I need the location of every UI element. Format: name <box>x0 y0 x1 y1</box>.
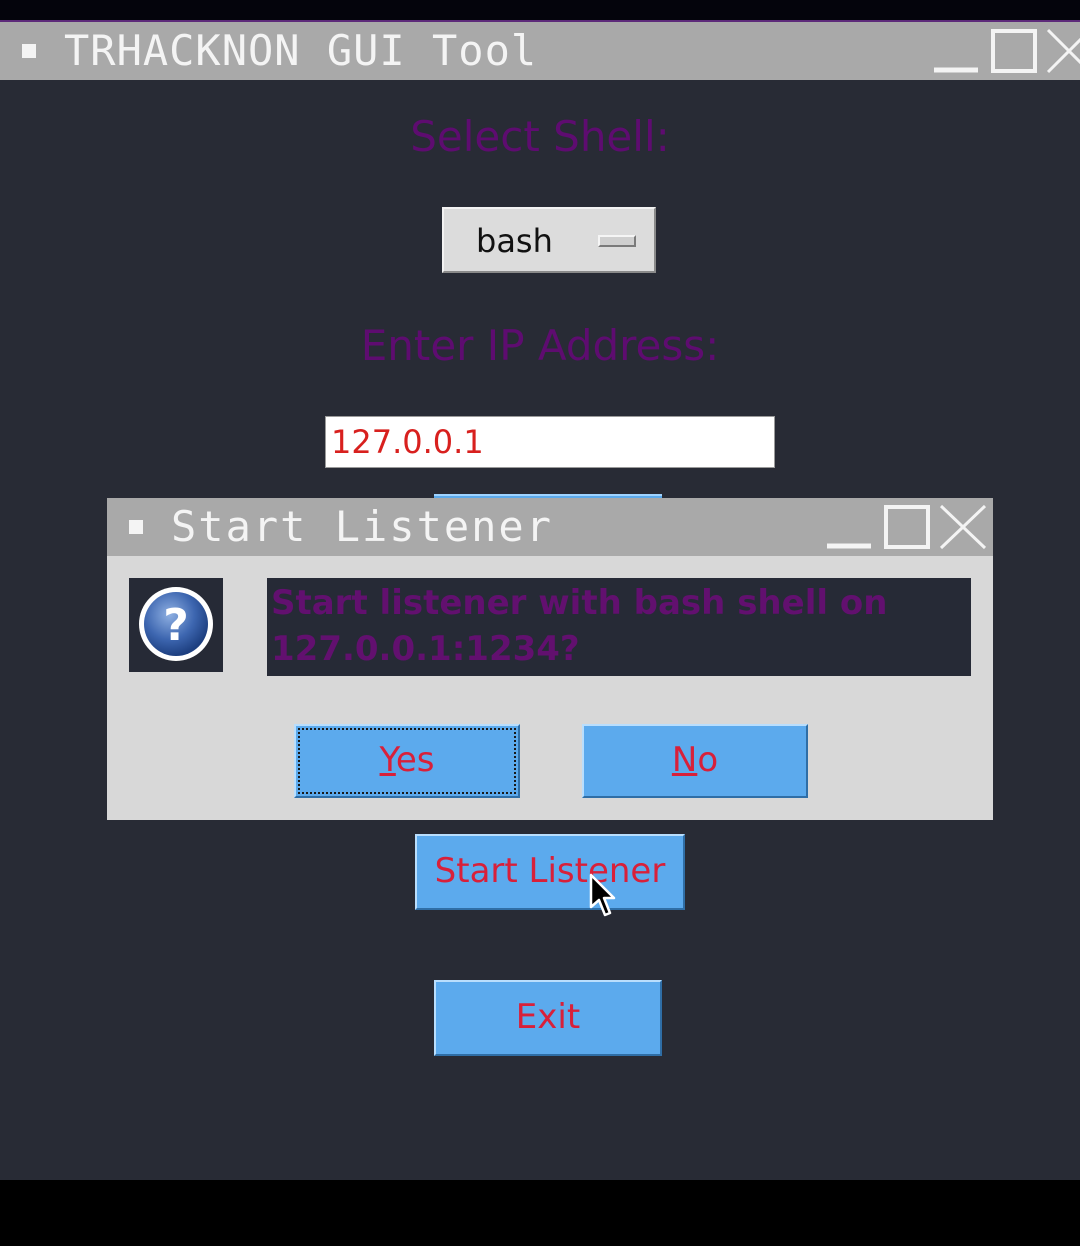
shell-select[interactable]: bash <box>442 207 656 273</box>
mouse-cursor-icon <box>589 873 617 919</box>
confirm-dialog: Start Listener ? Start listener with bas… <box>107 498 993 820</box>
dialog-message-line1: Start listener with bash shell on <box>271 583 888 623</box>
main-titlebar[interactable]: TRHACKNON GUI Tool <box>0 22 1080 80</box>
dialog-close-icon[interactable] <box>939 504 989 550</box>
no-mnemonic: N <box>671 740 698 780</box>
ip-address-input[interactable] <box>325 416 775 468</box>
window-menu-icon[interactable] <box>22 44 36 58</box>
svg-text:?: ? <box>163 600 189 651</box>
dialog-maximize-icon[interactable] <box>883 504 931 550</box>
start-listener-button[interactable]: Start Listener <box>415 834 685 910</box>
dialog-message: Start listener with bash shell on 127.0.… <box>267 578 971 676</box>
close-icon[interactable] <box>1046 28 1080 74</box>
minimize-icon[interactable] <box>932 32 980 74</box>
shell-select-value: bash <box>476 222 553 260</box>
shell-label: Select Shell: <box>410 112 670 161</box>
window-title: TRHACKNON GUI Tool <box>64 26 538 75</box>
dialog-titlebar[interactable]: Start Listener <box>107 498 993 556</box>
ip-label: Enter IP Address: <box>360 321 720 370</box>
screen-bottom-bar <box>0 1180 1080 1246</box>
question-icon: ? <box>129 578 223 672</box>
maximize-icon[interactable] <box>990 28 1038 74</box>
no-button[interactable]: No <box>582 724 808 798</box>
no-label-rest: o <box>697 740 719 780</box>
dialog-message-line2: 127.0.0.1:1234? <box>271 629 580 669</box>
yes-focus-ring <box>294 724 520 798</box>
dialog-minimize-icon[interactable] <box>825 508 873 550</box>
screen-top-bar <box>0 0 1080 20</box>
dialog-menu-icon[interactable] <box>129 520 143 534</box>
dialog-title: Start Listener <box>171 502 554 551</box>
exit-button[interactable]: Exit <box>434 980 662 1056</box>
dropdown-indicator-icon <box>598 235 636 247</box>
